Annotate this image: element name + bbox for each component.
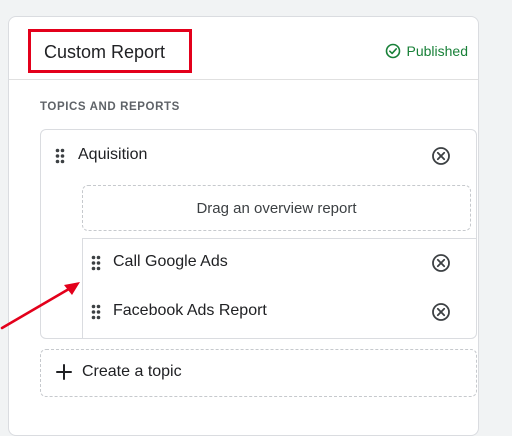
report-title: Custom Report [44, 42, 166, 62]
dropzone-label: Drag an overview report [196, 199, 357, 217]
reports-list: Call Google Ads Facebook Ads Report [82, 238, 477, 339]
create-topic-button[interactable]: Create a topic [40, 349, 477, 397]
drag-handle-icon[interactable] [91, 255, 101, 271]
topic-label: Aquisition [78, 146, 148, 163]
overview-report-dropzone[interactable]: Drag an overview report [82, 185, 471, 231]
topics-list: Aquisition Drag an overview report Call … [40, 129, 477, 339]
check-circle-icon [385, 43, 400, 59]
close-circle-icon[interactable] [431, 302, 451, 322]
red-arrow-annotation [0, 282, 80, 330]
topic-row-aquisition[interactable]: Aquisition [41, 138, 476, 174]
panel-header: Custom Report Published [9, 17, 478, 80]
report-row-facebook-ads[interactable]: Facebook Ads Report [83, 294, 477, 330]
drag-handle-icon[interactable] [91, 304, 101, 320]
custom-report-panel: Custom Report Published TOPICS AND REPOR… [8, 16, 479, 436]
close-circle-icon[interactable] [431, 146, 451, 166]
status-badge: Published [385, 43, 469, 59]
section-label: TOPICS AND REPORTS [40, 101, 180, 113]
report-label: Facebook Ads Report [113, 302, 267, 319]
close-circle-icon[interactable] [431, 253, 451, 273]
report-label: Call Google Ads [113, 253, 228, 270]
report-row-call-google-ads[interactable]: Call Google Ads [83, 245, 477, 281]
plus-icon [56, 364, 72, 380]
create-topic-label: Create a topic [82, 363, 182, 380]
status-label: Published [406, 43, 469, 59]
title-highlight-box: Custom Report [28, 29, 192, 73]
drag-handle-icon[interactable] [55, 148, 65, 164]
